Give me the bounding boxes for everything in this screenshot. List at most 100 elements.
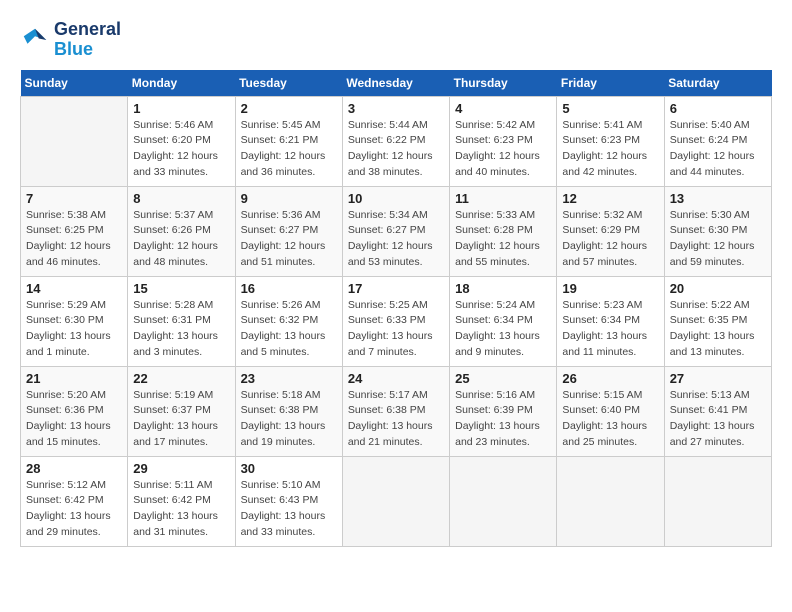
day-number: 26 <box>562 371 658 386</box>
calendar-cell: 18Sunrise: 5:24 AM Sunset: 6:34 PM Dayli… <box>450 276 557 366</box>
day-info: Sunrise: 5:23 AM Sunset: 6:34 PM Dayligh… <box>562 298 658 361</box>
calendar-cell: 9 Sunrise: 5:36 AM Sunset: 6:27 PM Daylig… <box>235 186 342 276</box>
day-number: 23 <box>241 371 337 386</box>
calendar-cell: 20 Sunrise: 5:22 AM Sunset: 6:35 PM Dayli… <box>664 276 771 366</box>
day-info: Sunrise: 5:20 AM Sunset: 6:36 PM Dayligh… <box>26 388 122 451</box>
calendar-cell: 3 Sunrise: 5:44 AM Sunset: 6:22 PM Daylig… <box>342 96 449 186</box>
day-number: 12 <box>562 191 658 206</box>
day-number: 19 <box>562 281 658 296</box>
day-info: Sunrise: 5:36 AM Sunset: 6:27 PM Dayligh… <box>241 208 337 271</box>
day-number: 29 <box>133 461 229 476</box>
day-info: Sunrise: 5:29 AM Sunset: 6:30 PM Dayligh… <box>26 298 122 361</box>
calendar-cell: 24 Sunrise: 5:17 AM Sunset: 6:38 PM Dayli… <box>342 366 449 456</box>
day-number: 9 <box>241 191 337 206</box>
calendar-cell: 19 Sunrise: 5:23 AM Sunset: 6:34 PM Dayli… <box>557 276 664 366</box>
calendar-cell: 8Sunrise: 5:37 AM Sunset: 6:26 PM Daylig… <box>128 186 235 276</box>
calendar-week-5: 28 Sunrise: 5:12 AM Sunset: 6:42 PM Dayli… <box>21 456 772 546</box>
day-info: Sunrise: 5:28 AM Sunset: 6:31 PM Dayligh… <box>133 298 229 361</box>
day-number: 30 <box>241 461 337 476</box>
calendar-cell <box>450 456 557 546</box>
day-number: 14 <box>26 281 122 296</box>
calendar-week-3: 14 Sunrise: 5:29 AM Sunset: 6:30 PM Dayli… <box>21 276 772 366</box>
day-number: 10 <box>348 191 444 206</box>
day-number: 3 <box>348 101 444 116</box>
calendar-week-4: 21Sunrise: 5:20 AM Sunset: 6:36 PM Dayli… <box>21 366 772 456</box>
day-info: Sunrise: 5:22 AM Sunset: 6:35 PM Dayligh… <box>670 298 766 361</box>
calendar-cell: 6Sunrise: 5:40 AM Sunset: 6:24 PM Daylig… <box>664 96 771 186</box>
day-number: 11 <box>455 191 551 206</box>
day-info: Sunrise: 5:41 AM Sunset: 6:23 PM Dayligh… <box>562 118 658 181</box>
day-info: Sunrise: 5:30 AM Sunset: 6:30 PM Dayligh… <box>670 208 766 271</box>
calendar-cell: 14 Sunrise: 5:29 AM Sunset: 6:30 PM Dayli… <box>21 276 128 366</box>
day-info: Sunrise: 5:16 AM Sunset: 6:39 PM Dayligh… <box>455 388 551 451</box>
logo: General Blue <box>20 20 121 60</box>
calendar-cell <box>557 456 664 546</box>
day-info: Sunrise: 5:17 AM Sunset: 6:38 PM Dayligh… <box>348 388 444 451</box>
logo-line2: Blue <box>54 40 121 60</box>
calendar-cell: 21Sunrise: 5:20 AM Sunset: 6:36 PM Dayli… <box>21 366 128 456</box>
day-info: Sunrise: 5:12 AM Sunset: 6:42 PM Dayligh… <box>26 478 122 541</box>
day-number: 25 <box>455 371 551 386</box>
day-info: Sunrise: 5:45 AM Sunset: 6:21 PM Dayligh… <box>241 118 337 181</box>
day-number: 18 <box>455 281 551 296</box>
calendar-cell: 16Sunrise: 5:26 AM Sunset: 6:32 PM Dayli… <box>235 276 342 366</box>
day-number: 13 <box>670 191 766 206</box>
calendar-cell: 28 Sunrise: 5:12 AM Sunset: 6:42 PM Dayli… <box>21 456 128 546</box>
day-info: Sunrise: 5:25 AM Sunset: 6:33 PM Dayligh… <box>348 298 444 361</box>
day-number: 2 <box>241 101 337 116</box>
day-number: 15 <box>133 281 229 296</box>
day-number: 24 <box>348 371 444 386</box>
calendar-cell: 13 Sunrise: 5:30 AM Sunset: 6:30 PM Dayli… <box>664 186 771 276</box>
calendar-cell: 30 Sunrise: 5:10 AM Sunset: 6:43 PM Dayli… <box>235 456 342 546</box>
calendar-cell: 1 Sunrise: 5:46 AM Sunset: 6:20 PM Daylig… <box>128 96 235 186</box>
logo-text: General Blue <box>54 20 121 60</box>
day-number: 4 <box>455 101 551 116</box>
day-info: Sunrise: 5:13 AM Sunset: 6:41 PM Dayligh… <box>670 388 766 451</box>
day-number: 6 <box>670 101 766 116</box>
weekday-header-saturday: Saturday <box>664 70 771 97</box>
calendar-cell: 5 Sunrise: 5:41 AM Sunset: 6:23 PM Daylig… <box>557 96 664 186</box>
weekday-header-tuesday: Tuesday <box>235 70 342 97</box>
calendar-table: SundayMondayTuesdayWednesdayThursdayFrid… <box>20 70 772 547</box>
weekday-header-friday: Friday <box>557 70 664 97</box>
day-info: Sunrise: 5:19 AM Sunset: 6:37 PM Dayligh… <box>133 388 229 451</box>
calendar-body: 1 Sunrise: 5:46 AM Sunset: 6:20 PM Daylig… <box>21 96 772 546</box>
weekday-header-monday: Monday <box>128 70 235 97</box>
day-number: 1 <box>133 101 229 116</box>
calendar-cell: 11Sunrise: 5:33 AM Sunset: 6:28 PM Dayli… <box>450 186 557 276</box>
day-info: Sunrise: 5:44 AM Sunset: 6:22 PM Dayligh… <box>348 118 444 181</box>
calendar-cell <box>664 456 771 546</box>
day-info: Sunrise: 5:15 AM Sunset: 6:40 PM Dayligh… <box>562 388 658 451</box>
day-info: Sunrise: 5:11 AM Sunset: 6:42 PM Dayligh… <box>133 478 229 541</box>
calendar-cell: 4Sunrise: 5:42 AM Sunset: 6:23 PM Daylig… <box>450 96 557 186</box>
day-info: Sunrise: 5:46 AM Sunset: 6:20 PM Dayligh… <box>133 118 229 181</box>
calendar-header: SundayMondayTuesdayWednesdayThursdayFrid… <box>21 70 772 97</box>
day-number: 22 <box>133 371 229 386</box>
calendar-week-2: 7Sunrise: 5:38 AM Sunset: 6:25 PM Daylig… <box>21 186 772 276</box>
calendar-cell: 29 Sunrise: 5:11 AM Sunset: 6:42 PM Dayli… <box>128 456 235 546</box>
day-number: 20 <box>670 281 766 296</box>
day-number: 5 <box>562 101 658 116</box>
calendar-cell: 25 Sunrise: 5:16 AM Sunset: 6:39 PM Dayli… <box>450 366 557 456</box>
calendar-cell: 22 Sunrise: 5:19 AM Sunset: 6:37 PM Dayli… <box>128 366 235 456</box>
day-number: 28 <box>26 461 122 476</box>
day-info: Sunrise: 5:10 AM Sunset: 6:43 PM Dayligh… <box>241 478 337 541</box>
calendar-cell: 2 Sunrise: 5:45 AM Sunset: 6:21 PM Daylig… <box>235 96 342 186</box>
calendar-cell: 12Sunrise: 5:32 AM Sunset: 6:29 PM Dayli… <box>557 186 664 276</box>
day-number: 27 <box>670 371 766 386</box>
day-number: 16 <box>241 281 337 296</box>
calendar-cell: 15 Sunrise: 5:28 AM Sunset: 6:31 PM Dayli… <box>128 276 235 366</box>
calendar-cell <box>342 456 449 546</box>
calendar-cell <box>21 96 128 186</box>
page-header: General Blue <box>20 20 772 60</box>
calendar-cell: 7Sunrise: 5:38 AM Sunset: 6:25 PM Daylig… <box>21 186 128 276</box>
day-info: Sunrise: 5:34 AM Sunset: 6:27 PM Dayligh… <box>348 208 444 271</box>
calendar-cell: 23 Sunrise: 5:18 AM Sunset: 6:38 PM Dayli… <box>235 366 342 456</box>
day-number: 17 <box>348 281 444 296</box>
weekday-row: SundayMondayTuesdayWednesdayThursdayFrid… <box>21 70 772 97</box>
logo-line1: General <box>54 20 121 40</box>
day-number: 8 <box>133 191 229 206</box>
day-info: Sunrise: 5:18 AM Sunset: 6:38 PM Dayligh… <box>241 388 337 451</box>
weekday-header-wednesday: Wednesday <box>342 70 449 97</box>
weekday-header-thursday: Thursday <box>450 70 557 97</box>
